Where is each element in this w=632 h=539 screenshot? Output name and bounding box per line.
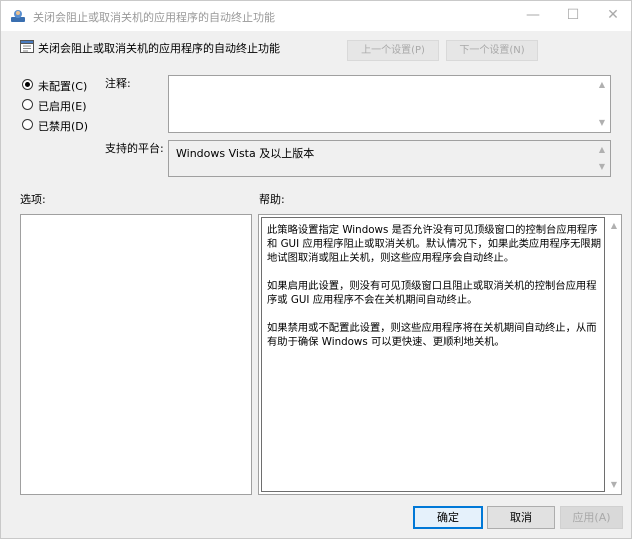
radio-label: 已禁用(D) xyxy=(38,120,89,133)
platform-label: 支持的平台: xyxy=(105,142,164,155)
help-scrollbar[interactable]: ▲ ▼ xyxy=(607,215,621,494)
radio-indicator[interactable] xyxy=(22,99,33,110)
help-paragraph: 如果启用此设置，则没有可见顶级窗口且阻止或取消关机的控制台应用程序或 GUI 应… xyxy=(267,280,597,306)
policy-setting-icon xyxy=(20,40,34,53)
close-button[interactable]: ✕ xyxy=(593,1,632,31)
scroll-down-icon[interactable]: ▼ xyxy=(597,162,607,172)
comment-label: 注释: xyxy=(105,77,131,90)
group-policy-icon xyxy=(11,10,25,22)
window-title: 关闭会阻止或取消关机的应用程序的自动终止功能 xyxy=(33,11,275,24)
cancel-button[interactable]: 取消 xyxy=(487,506,555,529)
help-text: 此策略设置指定 Windows 是否允许没有可见顶级窗口的控制台应用程序和 GU… xyxy=(267,223,603,363)
ok-button[interactable]: 确定 xyxy=(413,506,483,529)
radio-indicator[interactable] xyxy=(22,79,33,90)
policy-title: 关闭会阻止或取消关机的应用程序的自动终止功能 xyxy=(38,42,280,55)
scroll-up-icon[interactable]: ▲ xyxy=(609,221,619,231)
policy-dialog: 关闭会阻止或取消关机的应用程序的自动终止功能 — ☐ ✕ 关闭会阻止或取消关机的… xyxy=(0,0,632,539)
scroll-up-icon[interactable]: ▲ xyxy=(597,145,607,155)
scroll-down-icon[interactable]: ▼ xyxy=(597,118,607,128)
scroll-down-icon[interactable]: ▼ xyxy=(609,480,619,490)
platform-value: Windows Vista 及以上版本 xyxy=(176,147,315,160)
help-paragraph: 如果禁用或不配置此设置，则这些应用程序将在关机期间自动终止，从而有助于确保 Wi… xyxy=(267,322,597,348)
apply-button[interactable]: 应用(A) xyxy=(560,506,623,529)
platform-field: Windows Vista 及以上版本 ▲ ▼ xyxy=(168,140,611,177)
minimize-button[interactable]: — xyxy=(513,1,553,31)
help-panel: 此策略设置指定 Windows 是否允许没有可见顶级窗口的控制台应用程序和 GU… xyxy=(258,214,622,495)
scroll-up-icon[interactable]: ▲ xyxy=(597,80,607,90)
previous-setting-button[interactable]: 上一个设置(P) xyxy=(347,40,439,61)
help-label: 帮助: xyxy=(259,193,285,206)
comment-textarea[interactable]: ▲ ▼ xyxy=(168,75,611,133)
radio-indicator[interactable] xyxy=(22,119,33,130)
title-bar[interactable]: 关闭会阻止或取消关机的应用程序的自动终止功能 — ☐ ✕ xyxy=(1,1,631,31)
radio-label: 未配置(C) xyxy=(38,80,88,93)
options-label: 选项: xyxy=(20,193,46,206)
help-text-area: 此策略设置指定 Windows 是否允许没有可见顶级窗口的控制台应用程序和 GU… xyxy=(261,217,605,492)
options-panel xyxy=(20,214,252,495)
help-paragraph: 此策略设置指定 Windows 是否允许没有可见顶级窗口的控制台应用程序和 GU… xyxy=(267,224,602,264)
maximize-button[interactable]: ☐ xyxy=(553,1,593,31)
radio-label: 已启用(E) xyxy=(38,100,87,113)
next-setting-button[interactable]: 下一个设置(N) xyxy=(446,40,538,61)
